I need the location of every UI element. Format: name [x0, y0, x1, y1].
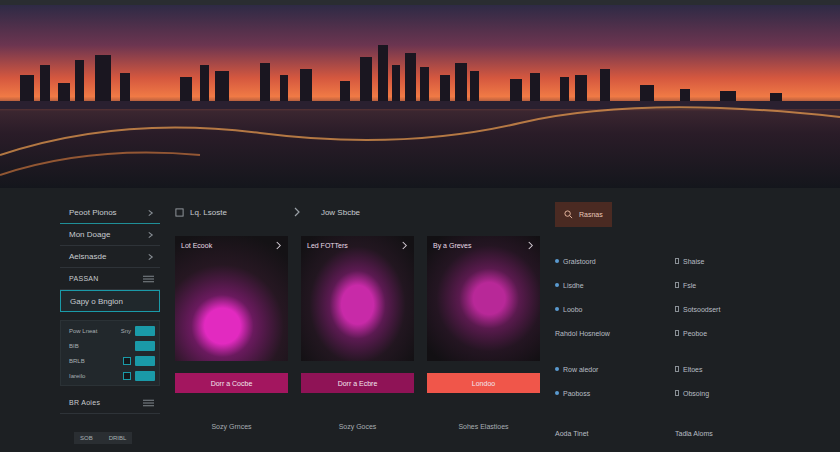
hero-photo	[0, 5, 840, 188]
product-card: Led FOTTers Dorr a Ecbre Sozy Goces	[301, 236, 414, 430]
link-row: Aoda TinetTadla Aloms	[555, 421, 805, 445]
footer-buttons: SOB DRIBL	[74, 432, 132, 444]
chevron-icon	[293, 207, 301, 217]
toggle-switch[interactable]	[135, 341, 155, 351]
toggle-switch[interactable]	[135, 356, 155, 366]
link-row: LisdheFsle	[555, 273, 805, 297]
square-icon	[675, 282, 679, 288]
link[interactable]: Shaise	[675, 258, 795, 265]
footer-button[interactable]: DRIBL	[106, 434, 130, 442]
toggle-row[interactable]: Iareilo	[69, 370, 155, 381]
dot-icon	[555, 307, 559, 311]
link[interactable]: Loobo	[555, 306, 675, 313]
card-caption: Sozy Goces	[301, 423, 414, 430]
search-button[interactable]: Rasnas	[555, 202, 612, 227]
sidebar-item[interactable]: Mon Doage	[60, 224, 160, 246]
tab[interactable]: Lq. Lsoste	[175, 207, 301, 217]
link[interactable]: Paoboss	[555, 390, 675, 397]
link[interactable]: Row aledor	[555, 366, 675, 373]
skyline-icon	[0, 5, 840, 188]
square-icon	[675, 258, 679, 264]
toggle-row[interactable]: BRLB	[69, 355, 155, 366]
link[interactable]: Eltoes	[675, 366, 795, 373]
sidebar-item[interactable]: PASSAN	[60, 268, 160, 290]
link[interactable]: Rahdol Hosnelow	[555, 330, 675, 337]
dot-icon	[555, 283, 559, 287]
link[interactable]: Obsoing	[675, 390, 795, 397]
tab-bar: Lq. Lsoste Jow Sbcbe	[175, 202, 540, 222]
link[interactable]: Gralstoord	[555, 258, 675, 265]
chevron-icon	[147, 253, 154, 261]
link[interactable]: Sotsoodsert	[675, 306, 795, 313]
link-row: Row aledorEltoes	[555, 357, 805, 381]
card-image[interactable]: By a Greves	[427, 236, 540, 361]
sidebar: Peoot PionosMon DoageAelsnasdePASSANGapy…	[60, 202, 160, 445]
content: Lq. Lsoste Jow Sbcbe Lot Ecook Dorr a Cocbe…	[175, 202, 540, 445]
chevron-icon	[275, 241, 282, 250]
tab[interactable]: Jow Sbcbe	[321, 208, 420, 217]
menu-icon	[143, 275, 154, 283]
chevron-icon	[147, 209, 154, 217]
chevron-icon	[147, 231, 154, 239]
toggle-row[interactable]: Pow LneatSny	[69, 325, 155, 336]
link-row: Rahdol HosnelowPeoboe	[555, 321, 805, 345]
square-icon	[675, 366, 679, 372]
link-group: GralstoordShaiseLisdheFsleLooboSotsoodse…	[555, 249, 805, 345]
toggle-row[interactable]: BIB	[69, 340, 155, 351]
square-icon	[675, 330, 679, 336]
card-button[interactable]: Dorr a Ecbre	[301, 373, 414, 393]
card-button[interactable]: Londoo	[427, 373, 540, 393]
card-caption: Sozy Grnces	[175, 423, 288, 430]
link-row: LooboSotsoodsert	[555, 297, 805, 321]
card-grid: Lot Ecook Dorr a Cocbe Sozy Grnces Led FOTT…	[175, 236, 540, 430]
search-icon	[564, 210, 573, 219]
chevron-icon	[401, 241, 408, 250]
sidebar-item[interactable]: Peoot Pionos	[60, 202, 160, 224]
dot-icon	[555, 259, 559, 263]
sidebar-item[interactable]: Gapy o Bngion	[60, 290, 160, 312]
product-card: By a Greves Londoo Sohes Elastioes	[427, 236, 540, 430]
square-icon	[675, 306, 679, 312]
sidebar-item[interactable]: BR Aoies	[60, 392, 160, 414]
link[interactable]: Peoboe	[675, 330, 795, 337]
toggle-switch[interactable]	[135, 326, 155, 336]
sidebar-item[interactable]: Aelsnasde	[60, 246, 160, 268]
link[interactable]: Fsle	[675, 282, 795, 289]
link-row: PaobossObsoing	[555, 381, 805, 405]
grid-icon	[175, 208, 184, 217]
card-image[interactable]: Led FOTTers	[301, 236, 414, 361]
link-group: Row aledorEltoesPaobossObsoing	[555, 357, 805, 405]
dot-icon	[555, 367, 559, 371]
card-caption: Sohes Elastioes	[427, 423, 540, 430]
checkbox[interactable]	[123, 357, 131, 365]
link[interactable]: Tadla Aloms	[675, 430, 795, 437]
square-icon	[675, 390, 679, 396]
footer-button[interactable]: SOB	[77, 434, 96, 442]
card-button[interactable]: Dorr a Cocbe	[175, 373, 288, 393]
card-image[interactable]: Lot Ecook	[175, 236, 288, 361]
page: Peoot PionosMon DoageAelsnasdePASSANGapy…	[0, 0, 840, 452]
menu-icon	[143, 399, 154, 407]
product-card: Lot Ecook Dorr a Cocbe Sozy Grnces	[175, 236, 288, 430]
link[interactable]: Aoda Tinet	[555, 430, 675, 437]
link[interactable]: Lisdhe	[555, 282, 675, 289]
link-row: GralstoordShaise	[555, 249, 805, 273]
chevron-icon	[527, 241, 534, 250]
dot-icon	[555, 391, 559, 395]
toggle-switch[interactable]	[135, 371, 155, 381]
right-panel: RasnasGralstoordShaiseLisdheFsleLooboSot…	[555, 202, 805, 445]
checkbox[interactable]	[123, 372, 131, 380]
toggle-panel: Pow LneatSny BIB BRLB Iareilo	[60, 320, 160, 386]
